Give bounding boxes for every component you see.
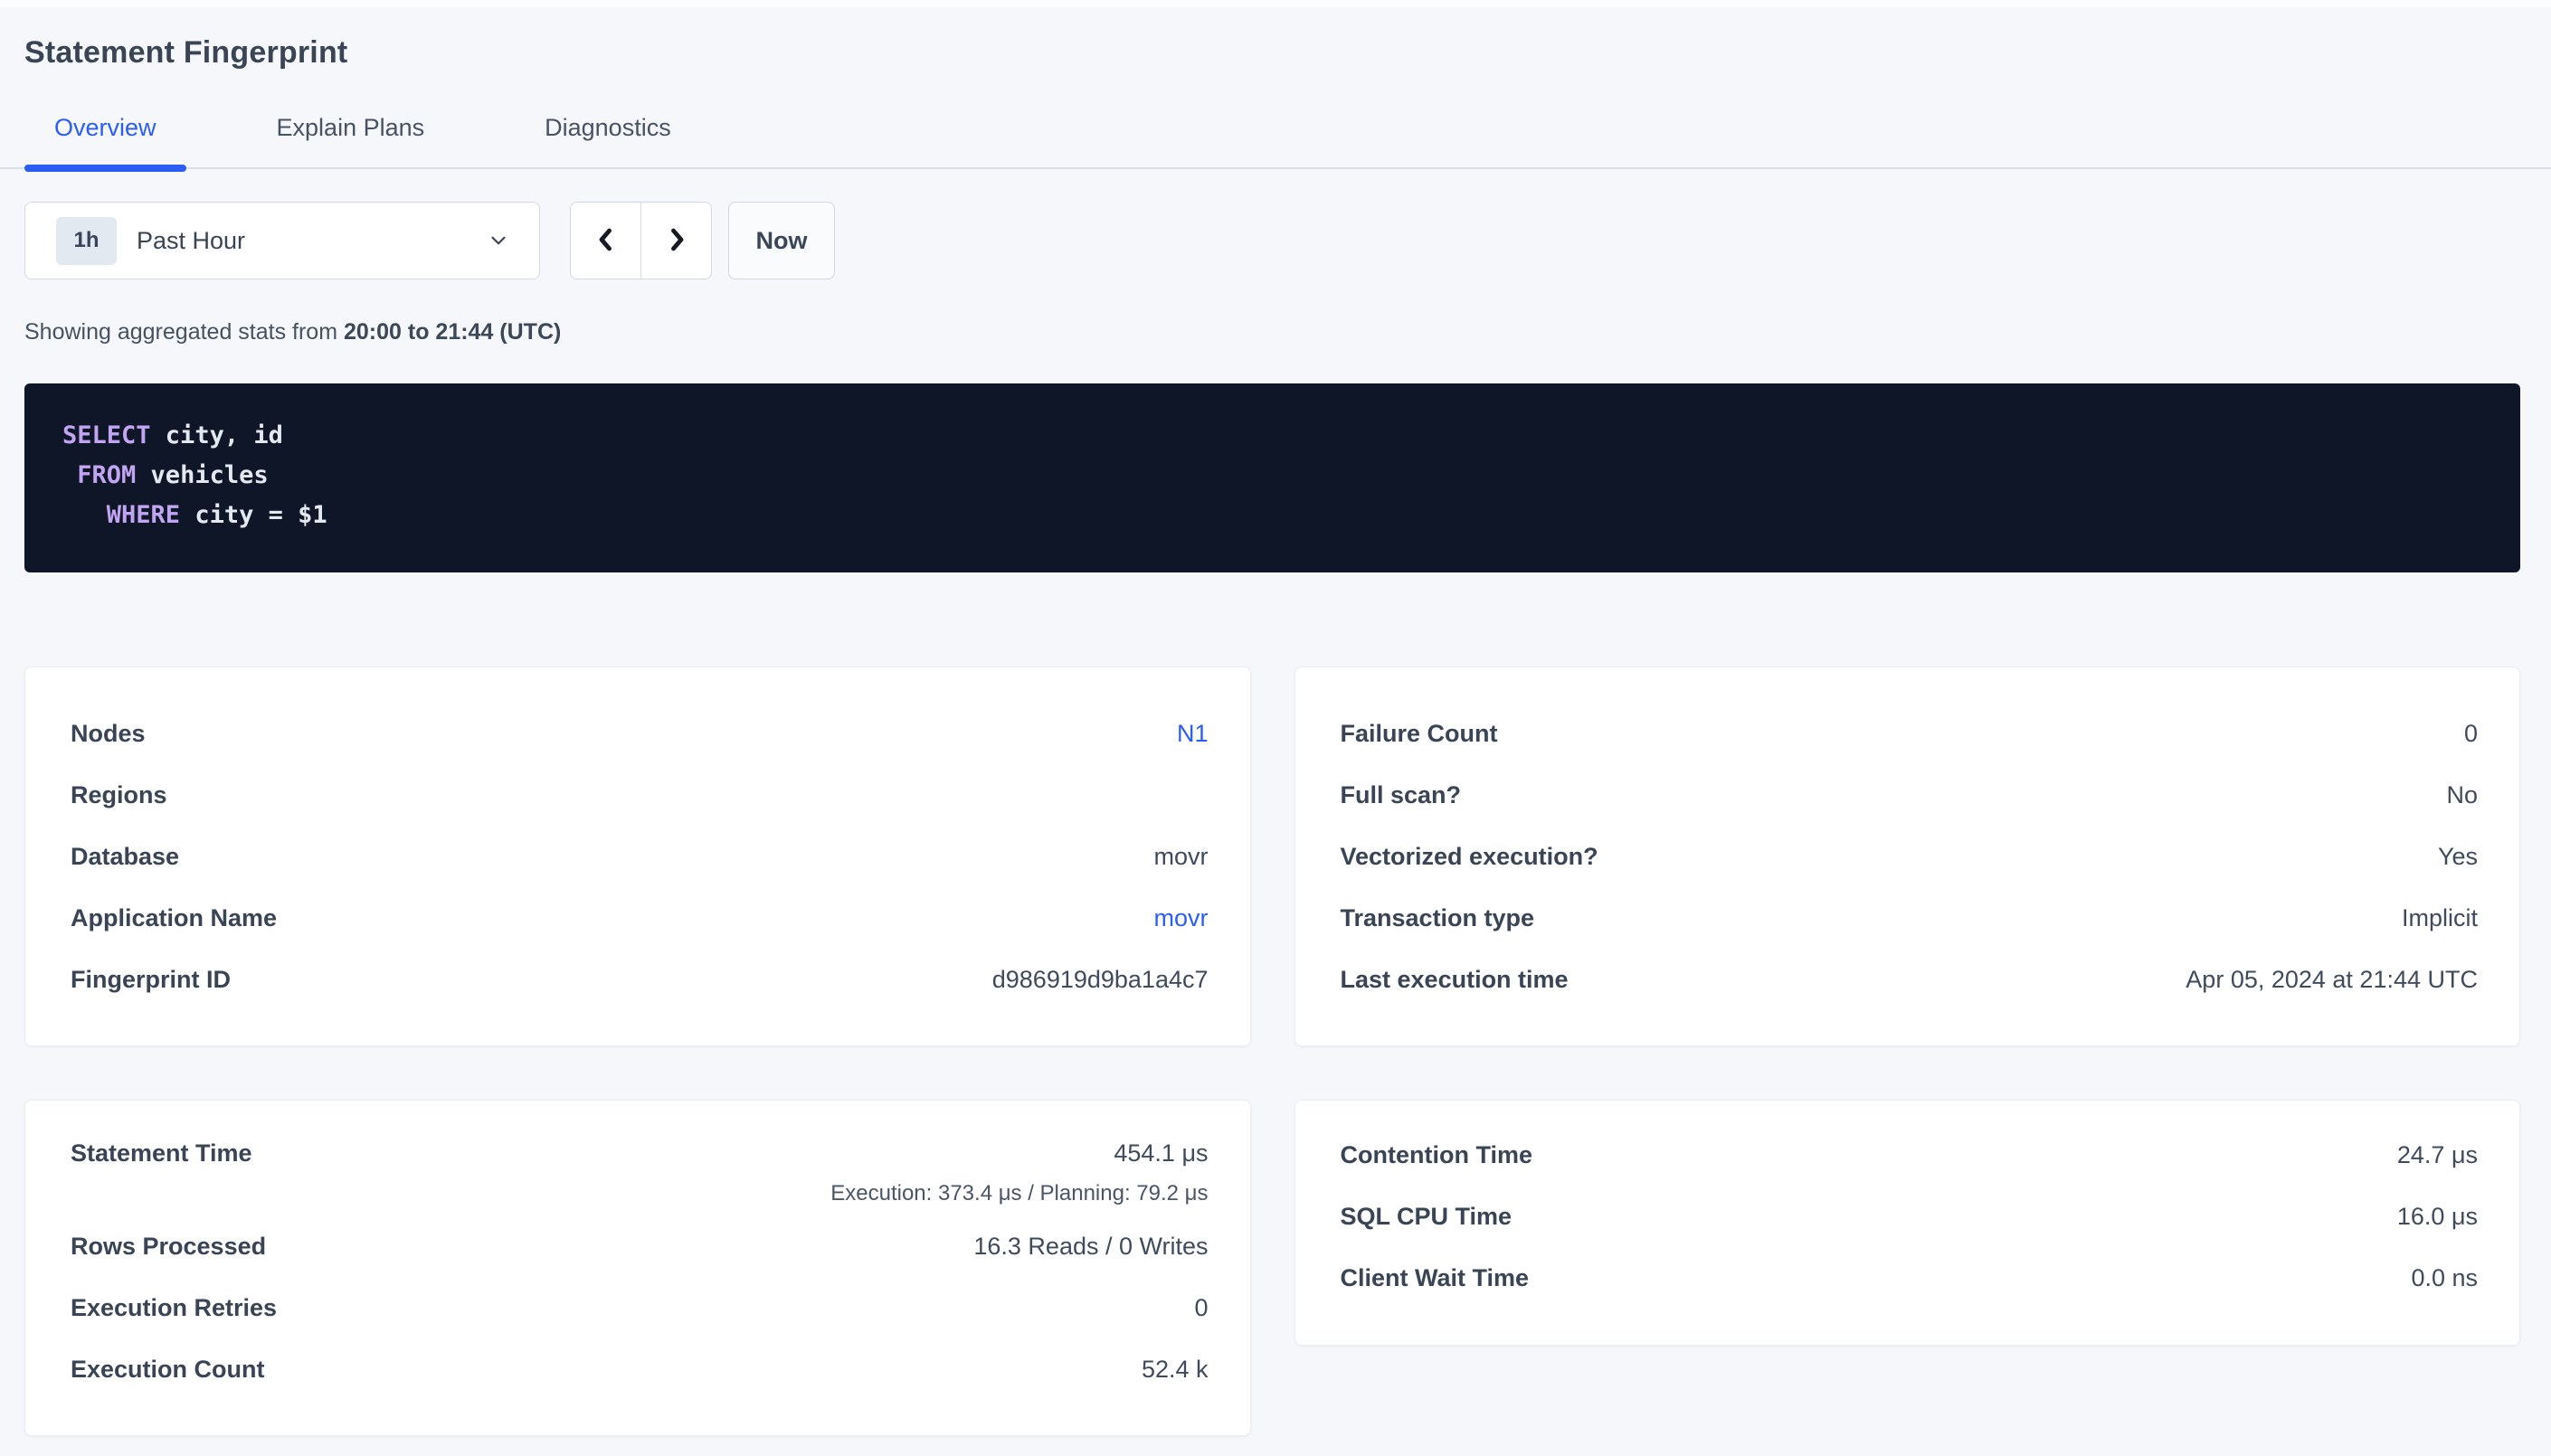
detail-row-database: Database movr xyxy=(71,826,1209,887)
application-name-link[interactable]: movr xyxy=(1154,904,1209,932)
next-interval-button[interactable] xyxy=(640,203,711,279)
row-value: 0 xyxy=(2464,720,2478,748)
row-value: Apr 05, 2024 at 21:44 UTC xyxy=(2186,966,2478,994)
timing-row-client-wait-time: Client Wait Time 0.0 ns xyxy=(1341,1247,2479,1309)
tab-bar: Overview Explain Plans Diagnostics xyxy=(0,114,2551,169)
execution-attributes-card: Failure Count 0 Full scan? No Vectorized… xyxy=(1294,667,2521,1046)
timing-row-contention-time: Contention Time 24.7 μs xyxy=(1341,1124,2479,1186)
time-step-buttons xyxy=(570,202,712,279)
row-value: Yes xyxy=(2438,843,2478,871)
page-title: Statement Fingerprint xyxy=(24,33,2520,72)
aggregation-note-range: 20:00 to 21:44 (UTC) xyxy=(344,319,561,345)
attr-row-vectorized-execution: Vectorized execution? Yes xyxy=(1341,826,2479,887)
row-label: Last execution time xyxy=(1341,966,1569,994)
aggregation-note: Showing aggregated stats from 20:00 to 2… xyxy=(24,319,2520,345)
now-button[interactable]: Now xyxy=(728,202,835,279)
time-controls: 1h Past Hour xyxy=(24,202,2520,279)
row-value: 0.0 ns xyxy=(2411,1264,2478,1292)
detail-row-application-name: Application Name movr xyxy=(71,887,1209,949)
time-range-label: Past Hour xyxy=(137,227,245,255)
row-label: Application Name xyxy=(71,904,277,932)
detail-row-regions: Regions xyxy=(71,764,1209,826)
statement-fingerprint-page: Statement Fingerprint Overview Explain P… xyxy=(24,33,2520,1436)
row-label: Execution Count xyxy=(71,1356,265,1384)
detail-row-nodes: Nodes N1 xyxy=(71,703,1209,764)
row-label: Rows Processed xyxy=(71,1233,266,1261)
row-value: 16.0 μs xyxy=(2397,1203,2478,1231)
row-label: Execution Retries xyxy=(71,1294,277,1322)
row-label: Nodes xyxy=(71,720,146,748)
sql-line-1: SELECT city, id xyxy=(62,416,2482,456)
row-value: No xyxy=(2446,781,2478,809)
row-label: Full scan? xyxy=(1341,781,1462,809)
chevron-left-icon xyxy=(591,224,621,258)
row-value: 52.4 k xyxy=(1142,1356,1209,1384)
stat-row-statement-time: Statement Time 454.1 μs xyxy=(71,1128,1209,1178)
row-label: Transaction type xyxy=(1341,904,1535,932)
sql-statement-box: SELECT city, id FROM vehicles WHERE city… xyxy=(24,383,2520,572)
row-value: 24.7 μs xyxy=(2397,1141,2478,1169)
row-label: Database xyxy=(71,843,179,871)
row-value: 0 xyxy=(1194,1294,1208,1322)
detail-row-fingerprint-id: Fingerprint ID d986919d9ba1a4c7 xyxy=(71,949,1209,1010)
row-label: Client Wait Time xyxy=(1341,1264,1530,1292)
time-range-dropdown[interactable]: 1h Past Hour xyxy=(24,202,540,279)
sql-line-3: WHERE city = $1 xyxy=(62,496,2482,535)
row-value: d986919d9ba1a4c7 xyxy=(992,966,1209,994)
stat-row-rows-processed: Rows Processed 16.3 Reads / 0 Writes xyxy=(71,1215,1209,1277)
statement-time-breakdown: Execution: 373.4 μs / Planning: 79.2 μs xyxy=(71,1178,1209,1209)
row-label: Statement Time xyxy=(71,1139,252,1168)
attr-row-full-scan: Full scan? No xyxy=(1341,764,2479,826)
tab-explain-plans[interactable]: Explain Plans xyxy=(247,114,455,167)
timing-card: Contention Time 24.7 μs SQL CPU Time 16.… xyxy=(1294,1100,2521,1346)
chevron-down-icon xyxy=(487,229,510,252)
tab-overview[interactable]: Overview xyxy=(24,114,186,167)
previous-interval-button[interactable] xyxy=(571,203,640,279)
attr-row-failure-count: Failure Count 0 xyxy=(1341,703,2479,764)
timing-row-sql-cpu-time: SQL CPU Time 16.0 μs xyxy=(1341,1186,2479,1247)
stats-rows: Rows Processed 16.3 Reads / 0 Writes Exe… xyxy=(71,1215,1209,1400)
row-value: 16.3 Reads / 0 Writes xyxy=(973,1233,1208,1261)
chevron-right-icon xyxy=(661,224,692,258)
summary-cards: Nodes N1 Regions Database movr Applicati… xyxy=(24,667,2520,1436)
aggregation-note-prefix: Showing aggregated stats from xyxy=(24,319,344,345)
top-strip xyxy=(0,0,2551,7)
row-label: Fingerprint ID xyxy=(71,966,231,994)
nodes-link[interactable]: N1 xyxy=(1177,720,1209,748)
row-label: Vectorized execution? xyxy=(1341,843,1598,871)
row-label: SQL CPU Time xyxy=(1341,1203,1513,1231)
details-card: Nodes N1 Regions Database movr Applicati… xyxy=(24,667,1251,1046)
sql-line-2: FROM vehicles xyxy=(62,456,2482,496)
interval-badge: 1h xyxy=(56,217,117,265)
row-value: movr xyxy=(1154,843,1209,871)
row-value: 454.1 μs xyxy=(1114,1139,1208,1168)
row-value: Implicit xyxy=(2402,904,2478,932)
stat-row-execution-count: Execution Count 52.4 k xyxy=(71,1338,1209,1400)
attr-row-transaction-type: Transaction type Implicit xyxy=(1341,887,2479,949)
row-label: Contention Time xyxy=(1341,1141,1533,1169)
row-label: Failure Count xyxy=(1341,720,1498,748)
statement-statistics-card: Statement Time 454.1 μs Execution: 373.4… xyxy=(24,1100,1251,1436)
stat-row-execution-retries: Execution Retries 0 xyxy=(71,1277,1209,1338)
row-label: Regions xyxy=(71,781,167,809)
tab-diagnostics[interactable]: Diagnostics xyxy=(515,114,701,167)
attr-row-last-execution-time: Last execution time Apr 05, 2024 at 21:4… xyxy=(1341,949,2479,1010)
